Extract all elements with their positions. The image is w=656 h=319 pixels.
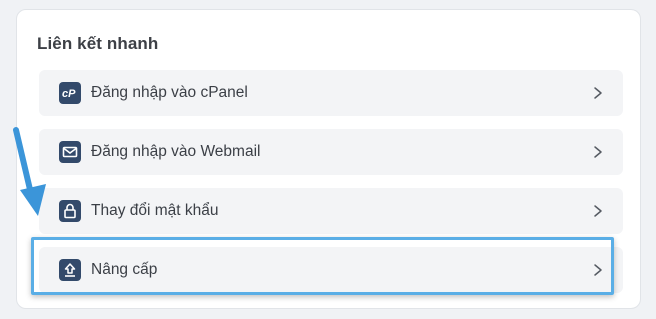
link-upgrade[interactable]: Nâng cấp (39, 247, 623, 293)
link-label: Nâng cấp (91, 261, 158, 278)
card-title: Liên kết nhanh (37, 34, 159, 53)
quick-links-card: Liên kết nhanh cP Đăng nhập vào cPanel Đ… (16, 9, 641, 309)
link-label: Đăng nhập vào cPanel (91, 84, 248, 101)
chevron-right-icon (594, 205, 602, 217)
cpanel-icon: cP (59, 82, 81, 104)
link-change-password[interactable]: Thay đổi mật khẩu (39, 188, 623, 234)
chevron-right-icon (594, 146, 602, 158)
upload-icon (59, 259, 81, 281)
envelope-icon (59, 141, 81, 163)
chevron-right-icon (594, 87, 602, 99)
link-webmail-login[interactable]: Đăng nhập vào Webmail (39, 129, 623, 175)
lock-icon (59, 200, 81, 222)
link-label: Thay đổi mật khẩu (91, 202, 219, 219)
chevron-right-icon (594, 264, 602, 276)
svg-text:cP: cP (62, 88, 76, 99)
link-label: Đăng nhập vào Webmail (91, 143, 261, 160)
link-cpanel-login[interactable]: cP Đăng nhập vào cPanel (39, 70, 623, 116)
